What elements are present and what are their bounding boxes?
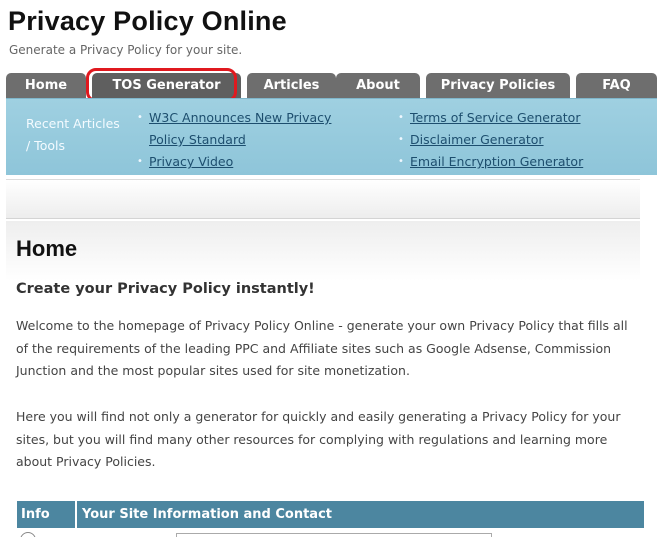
table-header-site-info: Your Site Information and Contact xyxy=(82,507,333,522)
content-header-bg xyxy=(6,221,640,281)
link-privacy-video[interactable]: Privacy Video xyxy=(149,154,233,169)
link-disclaimer-generator[interactable]: Disclaimer Generator xyxy=(410,132,544,147)
resources-paragraph: Here you will find not only a generator … xyxy=(16,409,621,469)
tab-articles[interactable]: Articles xyxy=(247,73,336,98)
subnav-panel: Recent Articles / Tools W3C Announces Ne… xyxy=(6,98,657,175)
tab-privacy-policies[interactable]: Privacy Policies xyxy=(426,73,570,98)
site-title: Privacy Policy Online xyxy=(8,6,287,36)
intro-paragraph: Welcome to the homepage of Privacy Polic… xyxy=(16,318,628,378)
subnav-left-links: W3C Announces New Privacy Policy Standar… xyxy=(137,107,367,173)
site-tagline: Generate a Privacy Policy for your site. xyxy=(9,43,243,57)
table-header-info: Info xyxy=(21,507,50,522)
subnav-item: Terms of Service Generator xyxy=(398,107,648,129)
subnav-item: W3C Announces New Privacy Policy Standar… xyxy=(137,107,367,151)
subnav-item: Disclaimer Generator xyxy=(398,129,648,151)
page-title: Home xyxy=(16,236,78,261)
link-email-encryption-generator[interactable]: Email Encryption Generator xyxy=(410,154,583,169)
info-radio[interactable] xyxy=(20,532,36,537)
main-nav: Home TOS Generator Articles About Privac… xyxy=(6,73,657,98)
header-separator xyxy=(75,501,77,528)
form-table-header: Info Your Site Information and Contact xyxy=(17,501,644,528)
tab-home[interactable]: Home xyxy=(6,73,86,98)
tab-about[interactable]: About xyxy=(336,73,420,98)
subnav-item: Privacy Video xyxy=(137,151,367,173)
content-divider-band xyxy=(6,179,640,219)
tab-tos-generator[interactable]: TOS Generator xyxy=(92,73,241,98)
page-subtitle: Create your Privacy Policy instantly! xyxy=(16,281,315,297)
subnav-label: Recent Articles / Tools xyxy=(26,116,120,153)
link-w3c-announces[interactable]: W3C Announces New Privacy Policy Standar… xyxy=(149,110,331,147)
link-terms-of-service-generator[interactable]: Terms of Service Generator xyxy=(410,110,580,125)
tab-faq[interactable]: FAQ xyxy=(576,73,657,98)
subnav-item: Email Encryption Generator xyxy=(398,151,648,173)
site-info-input[interactable] xyxy=(176,533,492,537)
subnav-right-links: Terms of Service Generator Disclaimer Ge… xyxy=(398,107,648,173)
